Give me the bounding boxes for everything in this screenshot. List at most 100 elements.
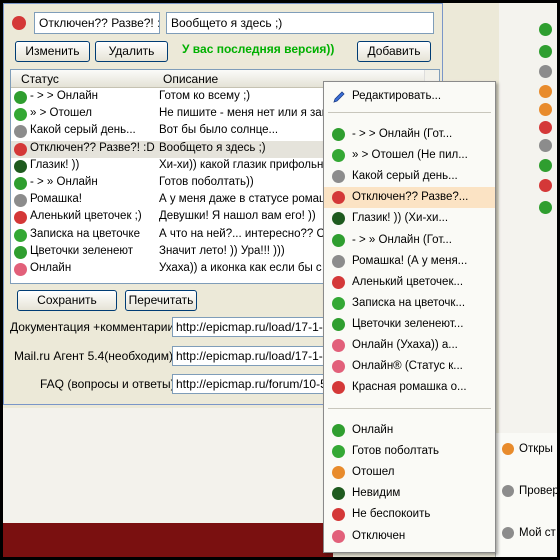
menu-item-label: Красная ромашка о... (352, 381, 467, 394)
menu-item-custom-status[interactable]: » > Отошел (Не пил... (324, 145, 495, 166)
menu-item-label: Готов поболтать (352, 445, 440, 458)
menu-item-label: Отошел (352, 466, 395, 479)
menu-item-label: Цветочки зеленеют... (352, 317, 464, 330)
row-status: - > > Онлайн (30, 90, 99, 102)
clover-icon (14, 91, 27, 104)
menu-item-standard-status[interactable]: Онлайн (324, 420, 495, 441)
menu-item-label: Записка на цветочк... (352, 296, 466, 309)
change-button[interactable]: Изменить (15, 41, 90, 62)
row-status: Какой серый день... (30, 124, 136, 137)
menu-item-custom-status[interactable]: Онлайн (Ухаха)) а... (324, 335, 495, 356)
at-green-icon (539, 45, 552, 58)
menu-item-custom-status[interactable]: Онлайн® (Статус к... (324, 356, 495, 377)
flower-red-icon (12, 16, 26, 30)
flower-red-icon (332, 191, 345, 205)
status-field[interactable]: Отключен?? Разве?! :D (34, 12, 160, 34)
menu-item-custom-status[interactable]: Отключен?? Разве?... (324, 187, 495, 209)
link-url-faq[interactable]: http://epicmap.ru/forum/10-58 (172, 374, 332, 394)
menu-item-standard-status[interactable]: Отключен (324, 526, 495, 547)
reread-button[interactable]: Перечитать (125, 290, 197, 311)
menu-item-label: Какой серый день... (352, 170, 458, 183)
clover-icon (332, 233, 345, 247)
dnd-icon (332, 508, 345, 522)
menu-item-custom-status[interactable]: Красная ромашка о... (324, 377, 495, 398)
link-label-agent: Mail.ru Агент 5.4(необходим): (14, 349, 177, 363)
pen-icon (539, 139, 552, 152)
menu-item-label: Онлайн (Ухаха)) а... (352, 339, 458, 351)
eye-icon (332, 487, 345, 501)
broom-icon (502, 443, 514, 455)
menu-item-label: - > > Онлайн (Гот... (352, 128, 453, 140)
clover-outline-icon (332, 296, 345, 310)
menu-item-standard-status[interactable]: Отошел (324, 462, 495, 483)
menu-item-custom-status[interactable]: Цветочки зеленеют... (324, 314, 495, 335)
menu-item-label: » > Отошел (Не пил... (352, 149, 468, 162)
menu-item-label: Отключен (352, 529, 406, 542)
status-input-row: Отключен?? Разве?! :D Вообщето я здесь ;… (10, 12, 436, 36)
flower-red-icon (332, 381, 345, 395)
menu-item-custom-status[interactable]: Глазик! )) (Хи-хи... (324, 208, 495, 229)
sub-menu-item[interactable]: Провер (502, 485, 557, 497)
mail-icon (502, 485, 514, 497)
clover-outline-icon (14, 228, 27, 242)
add-button[interactable]: Добавить (357, 41, 431, 62)
menu-item-custom-status[interactable]: - > > Онлайн (Гот... (324, 124, 495, 145)
at-green-icon (539, 159, 552, 172)
row-status: Ромашка! (30, 193, 82, 206)
row-status: Отключен?? Разве?! :D (30, 141, 155, 154)
at-green-icon (332, 424, 345, 437)
menu-item-custom-status[interactable]: Ромашка! (А у меня... (324, 251, 495, 272)
at-gray-icon (539, 65, 552, 78)
row-status: » > Отошел (30, 107, 92, 120)
menu-item-standard-status[interactable]: Не беспокоить (324, 504, 495, 525)
flower-red-icon (332, 275, 345, 289)
delete-button[interactable]: Удалить (95, 41, 168, 62)
at-red-icon (332, 529, 345, 543)
link-label-docs: Документация +комментарии: (10, 320, 178, 334)
at-red-icon (14, 263, 27, 276)
flower-red-icon (14, 142, 27, 156)
link-label-faq: FAQ (вопросы и ответы): (40, 377, 178, 391)
menu-item-standard-status[interactable]: Невидим (324, 483, 495, 504)
version-note: У вас последняя версия)) (182, 42, 335, 56)
sub-menu-item[interactable]: Мой ст (502, 527, 556, 539)
clover-icon (539, 23, 552, 36)
sub-menu: Откры Провер Мой ст (495, 433, 557, 557)
save-button[interactable]: Сохранить (17, 290, 117, 311)
menu-item-custom-status[interactable]: Какой серый день... (324, 166, 495, 187)
column-status[interactable]: Статус (21, 72, 59, 86)
menu-separator (328, 112, 491, 113)
column-description[interactable]: Описание (163, 72, 218, 86)
eye-icon (332, 212, 345, 226)
menu-item-label: Онлайн (352, 424, 394, 436)
pencil-icon (333, 91, 345, 103)
row-status: Аленький цветочек ;) (30, 210, 142, 223)
menu-item-label: Невидим (352, 487, 401, 500)
clover-outline-icon (332, 149, 345, 163)
menu-item-custom-status[interactable]: Аленький цветочек... (324, 272, 495, 293)
at-orange-icon (332, 466, 345, 480)
sub-menu-label: Провер (519, 485, 557, 498)
menu-separator (328, 408, 491, 409)
menu-item-label: Глазик! )) (Хи-хи... (352, 212, 449, 225)
screen: Отключен?? Разве?! :D Вообщето я здесь ;… (3, 3, 557, 557)
menu-item-edit[interactable]: Редактировать... (324, 86, 495, 107)
clover-icon (539, 201, 552, 214)
menu-item-custom-status[interactable]: - > » Онлайн (Гот... (324, 230, 495, 251)
link-url-agent[interactable]: http://epicmap.ru/load/17-1-0- (172, 346, 332, 366)
heart-icon (539, 179, 552, 192)
row-status: Онлайн (30, 262, 72, 274)
eye-icon (14, 159, 27, 173)
menu-item-label: Не беспокоить (352, 508, 431, 521)
menu-item-standard-status[interactable]: Готов поболтать (324, 441, 495, 462)
clover-icon (332, 317, 345, 331)
link-url-docs[interactable]: http://epicmap.ru/load/17-1-0- (172, 317, 332, 337)
sub-menu-item[interactable]: Откры (502, 443, 553, 455)
menu-item-label: Отключен?? Разве?... (352, 191, 469, 204)
taskbar-strip (3, 523, 333, 557)
flower-red-icon (14, 211, 27, 225)
description-field[interactable]: Вообщето я здесь ;) (166, 12, 434, 34)
background-area (3, 408, 333, 523)
menu-item-label: Редактировать... (352, 90, 442, 102)
menu-item-custom-status[interactable]: Записка на цветочк... (324, 293, 495, 314)
